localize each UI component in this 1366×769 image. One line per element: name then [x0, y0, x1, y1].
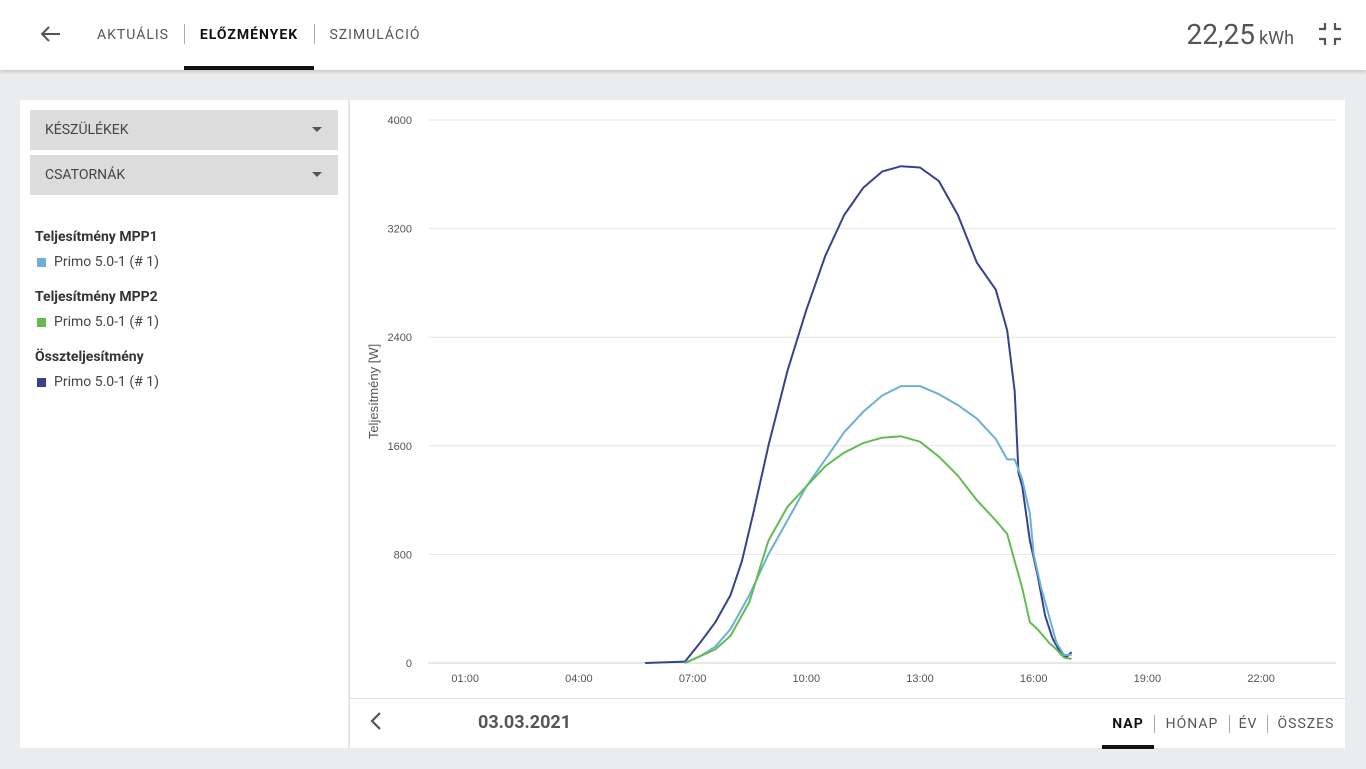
- period-divider: [1229, 715, 1230, 733]
- period-tab-osszes[interactable]: ÖSSZES: [1271, 699, 1341, 749]
- collapse-button[interactable]: [1316, 20, 1344, 48]
- devices-dropdown-label: KÉSZÜLÉKEK: [45, 122, 129, 138]
- x-tick-label: 07:00: [679, 673, 707, 685]
- period-tab-nap[interactable]: NAP: [1102, 699, 1154, 749]
- legend-item-label: Primo 5.0-1 (# 1): [54, 374, 159, 390]
- series-line-0: [645, 165, 1073, 664]
- period-tab-ev[interactable]: ÉV: [1231, 699, 1265, 749]
- series-line-2: [684, 435, 1072, 664]
- legend-title: Összteljesítmény: [35, 349, 144, 365]
- legend-swatch: [37, 257, 46, 267]
- caret-down-icon: [312, 172, 322, 177]
- y-tick-label: 4000: [388, 115, 412, 127]
- x-tick-label: 22:00: [1247, 673, 1275, 685]
- selected-date: 03.03.2021: [478, 712, 572, 733]
- legend-group-mpp2: Teljesítmény MPP2 Primo 5.0-1 (# 1): [35, 289, 159, 330]
- sidebar: KÉSZÜLÉKEK CSATORNÁK Teljesítmény MPP1 P…: [20, 100, 348, 748]
- power-chart: 0 800 1600 2400 3200 4000 01:00 04:00 07:00 10:0…: [366, 115, 1336, 685]
- legend-swatch: [37, 317, 46, 327]
- legend-group-mpp1: Teljesítmény MPP1 Primo 5.0-1 (# 1): [35, 229, 159, 270]
- arrow-left-icon: [41, 26, 60, 42]
- energy-total: 22,25 kWh: [1187, 18, 1294, 51]
- y-tick-label: 2400: [388, 332, 412, 344]
- x-tick-label: 04:00: [565, 673, 593, 685]
- legend-item[interactable]: Primo 5.0-1 (# 1): [35, 374, 159, 390]
- x-tick-label: 19:00: [1134, 673, 1162, 685]
- x-tick-label: 01:00: [451, 673, 479, 685]
- top-bar: AKTUÁLIS ELŐZMÉNYEK SZIMULÁCIÓ 22,25 kWh: [0, 0, 1366, 70]
- energy-unit: kWh: [1258, 28, 1294, 49]
- legend-item[interactable]: Primo 5.0-1 (# 1): [35, 314, 159, 330]
- legend-item-label: Primo 5.0-1 (# 1): [54, 314, 159, 330]
- x-tick-label: 16:00: [1020, 673, 1048, 685]
- channels-dropdown-label: CSATORNÁK: [45, 167, 126, 183]
- chart-panel: 0 800 1600 2400 3200 4000 01:00 04:00 07:00 10:0…: [349, 100, 1346, 749]
- legend-item-label: Primo 5.0-1 (# 1): [54, 254, 159, 270]
- period-divider: [1267, 715, 1268, 733]
- y-axis-label: Teljesítmény [W]: [366, 344, 381, 439]
- tab-aktualis[interactable]: AKTUÁLIS: [84, 0, 182, 70]
- legend-swatch: [37, 377, 46, 387]
- channels-dropdown[interactable]: CSATORNÁK: [30, 155, 338, 195]
- series-line-1: [684, 385, 1072, 664]
- legend-group-total: Összteljesítmény Primo 5.0-1 (# 1): [35, 349, 159, 390]
- y-tick-label: 0: [406, 658, 412, 670]
- x-tick-label: 13:00: [906, 673, 934, 685]
- legend-title: Teljesítmény MPP1: [35, 229, 158, 245]
- tab-elozmenyek[interactable]: ELŐZMÉNYEK: [184, 0, 314, 70]
- period-tab-honap[interactable]: HÓNAP: [1158, 699, 1226, 749]
- legend-title: Teljesítmény MPP2: [35, 289, 158, 305]
- previous-date-button[interactable]: [370, 711, 392, 737]
- chevron-left-icon: [370, 712, 381, 730]
- devices-dropdown[interactable]: KÉSZÜLÉKEK: [30, 110, 338, 150]
- chart-footer: 03.03.2021 NAP HÓNAP ÉV ÖSSZES: [350, 698, 1346, 749]
- tab-divider: [314, 24, 315, 44]
- energy-value: 22,25: [1186, 18, 1255, 51]
- back-button[interactable]: [36, 20, 66, 48]
- period-divider: [1154, 715, 1155, 733]
- y-tick-label: 800: [394, 549, 412, 561]
- tab-szimulacio[interactable]: SZIMULÁCIÓ: [318, 0, 432, 70]
- legend-item[interactable]: Primo 5.0-1 (# 1): [35, 254, 159, 270]
- caret-down-icon: [312, 127, 322, 132]
- y-tick-label: 1600: [388, 441, 412, 453]
- x-tick-label: 10:00: [793, 673, 821, 685]
- fullscreen-exit-icon: [1319, 23, 1341, 45]
- y-tick-label: 3200: [388, 224, 412, 236]
